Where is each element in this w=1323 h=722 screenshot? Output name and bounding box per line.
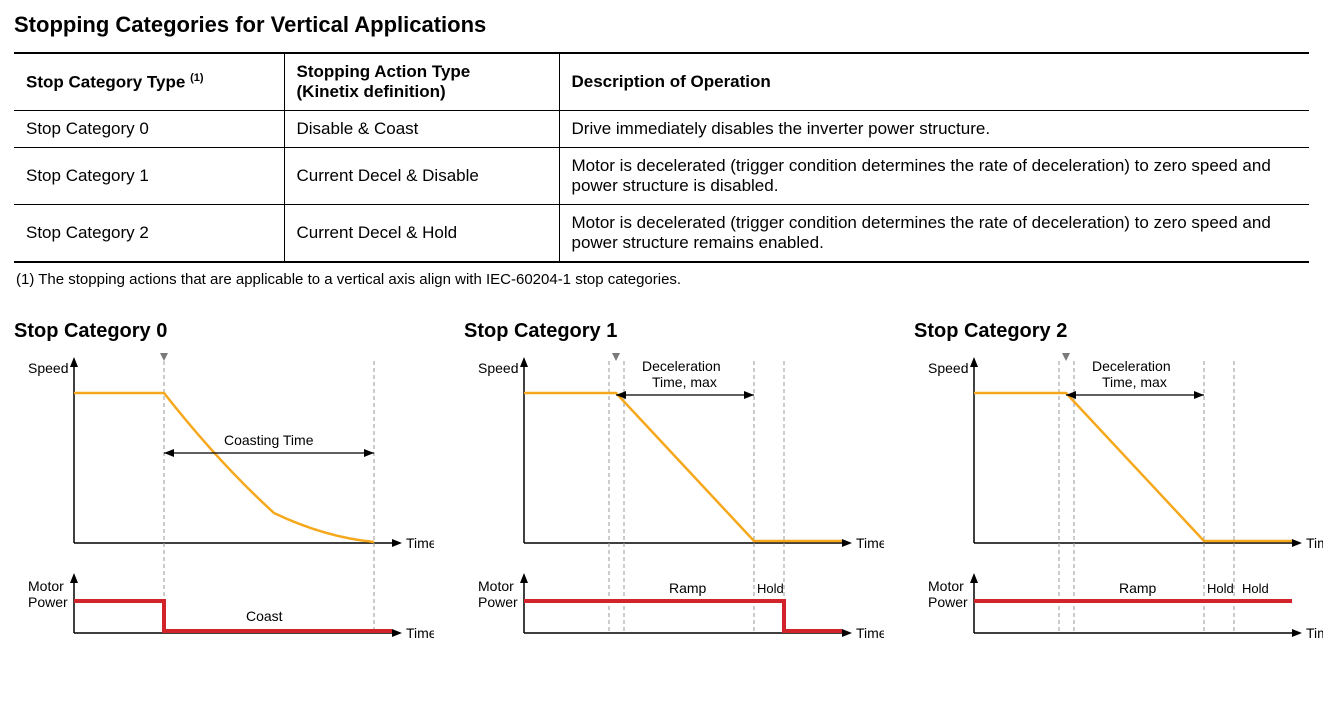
charts-row: Stop Category 0 Speed Time <box>14 320 1309 653</box>
hold-label: Hold <box>757 581 784 596</box>
chart-stop-category-1: Stop Category 1 Speed Time <box>464 320 884 653</box>
cell-description: Drive immediately disables the inverter … <box>559 111 1309 148</box>
power-axis-label-1: Motor <box>928 578 964 594</box>
chart-svg: Speed Time Deceleration Time, max <box>464 353 884 653</box>
hold1-label: Hold <box>1207 581 1234 596</box>
power-panel: Motor Power Time Coast <box>28 573 434 641</box>
chart-stop-category-0: Stop Category 0 Speed Time <box>14 320 434 653</box>
table-header-action: Stopping Action Type (Kinetix definition… <box>284 53 559 111</box>
ramp-label: Ramp <box>669 580 707 596</box>
chart-title: Stop Category 2 <box>914 320 1323 343</box>
power-time-label: Time <box>406 625 434 641</box>
cell-category: Stop Category 1 <box>14 148 284 205</box>
table-header-description: Description of Operation <box>559 53 1309 111</box>
power-time-label: Time <box>856 625 884 641</box>
hold2-label: Hold <box>1242 581 1269 596</box>
speed-panel: Speed Time Coasting Time <box>28 353 434 633</box>
speed-axis-label: Speed <box>478 360 518 376</box>
document-page: Stopping Categories for Vertical Applica… <box>0 0 1323 673</box>
time-axis-label: Time <box>406 535 434 551</box>
time-axis-label: Time <box>1306 535 1323 551</box>
coasting-time-label: Coasting Time <box>224 432 314 448</box>
table-header-row: Stop Category Type (1) Stopping Action T… <box>14 53 1309 111</box>
cell-category: Stop Category 2 <box>14 205 284 263</box>
table-row: Stop Category 1 Current Decel & Disable … <box>14 148 1309 205</box>
speed-axis-label: Speed <box>928 360 968 376</box>
table-header-category-sup: (1) <box>190 72 203 84</box>
power-time-label: Time <box>1306 625 1323 641</box>
cell-description: Motor is decelerated (trigger condition … <box>559 205 1309 263</box>
speed-axis-label: Speed <box>28 360 68 376</box>
chart-title: Stop Category 0 <box>14 320 434 343</box>
cell-description: Motor is decelerated (trigger condition … <box>559 148 1309 205</box>
table-header-action-line2: (Kinetix definition) <box>297 82 547 102</box>
power-axis-label-1: Motor <box>28 578 64 594</box>
table-header-category-label: Stop Category Type <box>26 72 185 91</box>
table-footnote: (1) The stopping actions that are applic… <box>16 271 1309 288</box>
coast-label: Coast <box>246 608 283 624</box>
decel-label-2: Time, max <box>652 374 717 390</box>
power-axis-label-1: Motor <box>478 578 514 594</box>
time-axis-label: Time <box>856 535 884 551</box>
chart-svg: Speed Time Deceleration Time, max <box>914 353 1323 653</box>
power-axis-label-2: Power <box>28 594 68 610</box>
decel-label-2: Time, max <box>1102 374 1167 390</box>
power-axis-label-2: Power <box>478 594 518 610</box>
table-header-category: Stop Category Type (1) <box>14 53 284 111</box>
cell-action: Current Decel & Disable <box>284 148 559 205</box>
table-row: Stop Category 0 Disable & Coast Drive im… <box>14 111 1309 148</box>
chart-svg: Speed Time Coasting Time <box>14 353 434 653</box>
decel-label-1: Deceleration <box>1092 358 1171 374</box>
cell-category: Stop Category 0 <box>14 111 284 148</box>
table-row: Stop Category 2 Current Decel & Hold Mot… <box>14 205 1309 263</box>
chart-stop-category-2: Stop Category 2 Speed Time <box>914 320 1323 653</box>
cell-action: Current Decel & Hold <box>284 205 559 263</box>
stop-categories-table: Stop Category Type (1) Stopping Action T… <box>14 52 1309 263</box>
decel-label-1: Deceleration <box>642 358 721 374</box>
power-panel: Motor Power Time Ramp Hold Hold <box>928 573 1323 641</box>
table-header-action-line1: Stopping Action Type <box>297 62 547 82</box>
ramp-label: Ramp <box>1119 580 1157 596</box>
power-panel: Motor Power Time Ramp Hold <box>478 573 884 641</box>
power-axis-label-2: Power <box>928 594 968 610</box>
cell-action: Disable & Coast <box>284 111 559 148</box>
chart-title: Stop Category 1 <box>464 320 884 343</box>
page-title: Stopping Categories for Vertical Applica… <box>14 12 1309 38</box>
